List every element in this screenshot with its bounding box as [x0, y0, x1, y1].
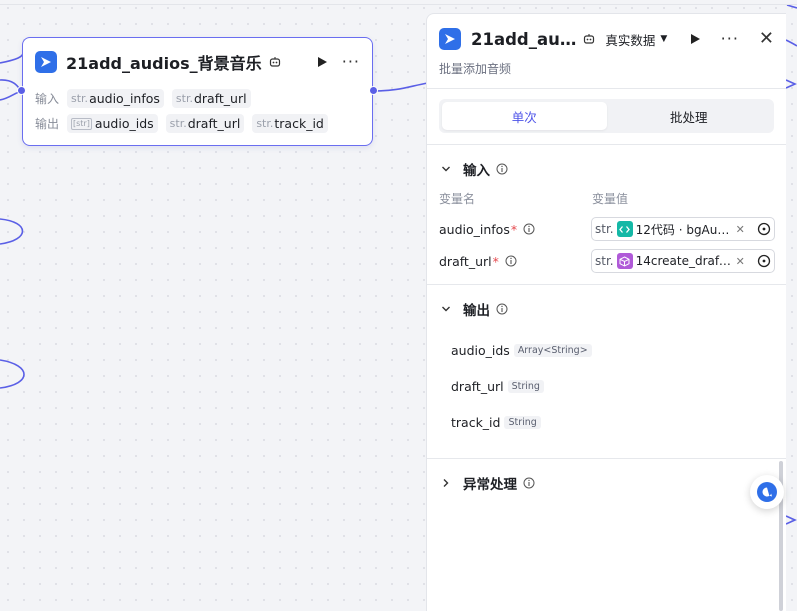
outputs-label: 输出 — [35, 117, 60, 131]
chip-label: draft_url — [187, 116, 241, 131]
required-mark: * — [492, 253, 499, 269]
chevron-right-icon — [443, 479, 449, 487]
output-row: draft_url String — [427, 368, 786, 404]
run-node-icon[interactable] — [689, 33, 701, 45]
data-mode-dropdown[interactable]: 真实数据 ▼ — [605, 30, 667, 49]
col-variable-value: 变量值 — [592, 192, 629, 206]
tab-batch[interactable]: 批处理 — [607, 102, 772, 130]
error-section-header[interactable]: 异常处理 — [427, 472, 786, 494]
variable-row: draft_url * str. 14create_draft · d ✕ — [427, 245, 786, 277]
output-name: track_id — [451, 414, 501, 430]
col-variable-name: 变量名 — [439, 192, 476, 206]
input-section: 输入 变量名 变量值 audio_infos * str. 12代码 · bgA… — [427, 145, 786, 277]
error-handling-section: 异常处理 — [427, 459, 786, 494]
type-prefix: str. — [169, 117, 187, 130]
type-prefix: str. — [595, 222, 614, 236]
array-type-icon: [str] — [71, 117, 92, 130]
panel-description: 批量添加音频 — [439, 62, 512, 76]
run-mode-tabs: 单次 批处理 — [439, 99, 774, 133]
variable-name: draft_url * — [439, 254, 591, 269]
more-options-icon[interactable]: ··· — [721, 31, 739, 47]
chevron-down-icon — [442, 306, 450, 312]
inputs-label: 输入 — [35, 92, 60, 106]
required-mark: * — [510, 221, 518, 237]
node-outputs-row: 输出 [str] audio_ids str. draft_url str. t… — [23, 111, 372, 136]
chip-label: audio_infos — [89, 91, 160, 106]
close-icon[interactable]: ✕ — [759, 30, 774, 48]
type-badge: String — [507, 379, 544, 393]
chip-label: audio_ids — [94, 116, 154, 131]
variable-label: draft_url — [439, 253, 492, 269]
node-inputs-row: 输入 str. audio_infos str. draft_url — [23, 86, 372, 111]
info-icon[interactable] — [523, 223, 535, 235]
output-name: audio_ids — [451, 342, 510, 358]
clear-icon[interactable]: ✕ — [736, 223, 745, 236]
output-row: audio_ids Array<String> — [427, 332, 786, 368]
app-logo-icon — [439, 28, 461, 50]
robot-icon — [269, 57, 280, 67]
target-icon[interactable] — [757, 254, 771, 268]
variable-reference-field[interactable]: str. 14create_draft · d ✕ — [591, 249, 775, 273]
type-badge: Array<String> — [513, 343, 592, 357]
node-header: 21add_audios_背景音乐 ··· — [23, 38, 372, 86]
variable-reference-field[interactable]: str. 12代码 · bgAudi… ✕ — [591, 217, 775, 241]
node-title: 21add_audios_背景音乐 — [66, 54, 262, 73]
variable-column-headers: 变量名 变量值 — [427, 190, 786, 207]
panel-title[interactable]: 21add_au… — [471, 30, 576, 49]
output-chip-track-id: str. track_id — [252, 114, 328, 133]
section-title: 输出 — [463, 303, 490, 319]
robot-icon — [584, 34, 595, 44]
panel-header: 21add_au… 真实数据 ▼ ··· ✕ 批量添加音频 — [427, 14, 786, 89]
reference-text: 12代码 · bgAudi… — [635, 222, 732, 237]
info-icon[interactable] — [523, 477, 535, 489]
input-chip-audio-infos: str. audio_infos — [67, 89, 164, 108]
chip-label: draft_url — [193, 91, 247, 106]
canvas-top-border — [0, 4, 797, 5]
node-config-panel: 21add_au… 真实数据 ▼ ··· ✕ 批量添加音频 单次 批处理 输入 … — [426, 13, 786, 611]
cube-node-icon — [616, 253, 633, 269]
app-logo-icon — [35, 51, 57, 73]
assistant-button[interactable] — [750, 475, 784, 509]
chevron-down-icon — [442, 166, 450, 172]
info-icon[interactable] — [496, 303, 508, 315]
reference-text: 14create_draft · d — [635, 254, 732, 268]
input-chip-draft-url: str. draft_url — [171, 89, 251, 108]
section-title: 输入 — [463, 163, 490, 179]
type-badge: String — [504, 415, 541, 429]
node-output-port[interactable] — [369, 86, 378, 95]
type-prefix: str. — [595, 254, 614, 268]
caret-down-icon: ▼ — [660, 34, 668, 44]
info-icon[interactable] — [505, 255, 517, 267]
variable-row: audio_infos * str. 12代码 · bgAudi… ✕ — [427, 213, 786, 245]
info-icon[interactable] — [496, 163, 508, 175]
variable-name: audio_infos * — [439, 222, 591, 237]
tab-single[interactable]: 单次 — [442, 102, 607, 130]
workflow-node-card[interactable]: 21add_audios_背景音乐 ··· 输入 str. audio_info… — [17, 37, 378, 146]
target-icon[interactable] — [757, 222, 771, 236]
clear-icon[interactable]: ✕ — [736, 255, 745, 268]
node-input-port[interactable] — [17, 86, 26, 95]
output-section: 输出 audio_ids Array<String> draft_url Str… — [427, 285, 786, 440]
data-mode-label: 真实数据 — [605, 32, 656, 48]
type-prefix: str. — [256, 117, 274, 130]
run-node-icon[interactable] — [316, 56, 328, 68]
type-prefix: str. — [71, 92, 89, 105]
more-options-icon[interactable]: ··· — [342, 54, 360, 70]
output-name: draft_url — [451, 378, 504, 394]
output-row: track_id String — [427, 404, 786, 440]
input-section-header[interactable]: 输入 — [427, 158, 786, 180]
output-chip-draft-url: str. draft_url — [165, 114, 245, 133]
output-section-header[interactable]: 输出 — [427, 298, 786, 320]
code-node-icon — [616, 221, 633, 237]
chip-label: track_id — [274, 116, 324, 131]
variable-label: audio_infos — [439, 221, 510, 237]
output-chip-audio-ids: [str] audio_ids — [67, 114, 158, 133]
section-title: 异常处理 — [463, 477, 517, 493]
type-prefix: str. — [175, 92, 193, 105]
chat-bubble-icon — [757, 482, 777, 502]
